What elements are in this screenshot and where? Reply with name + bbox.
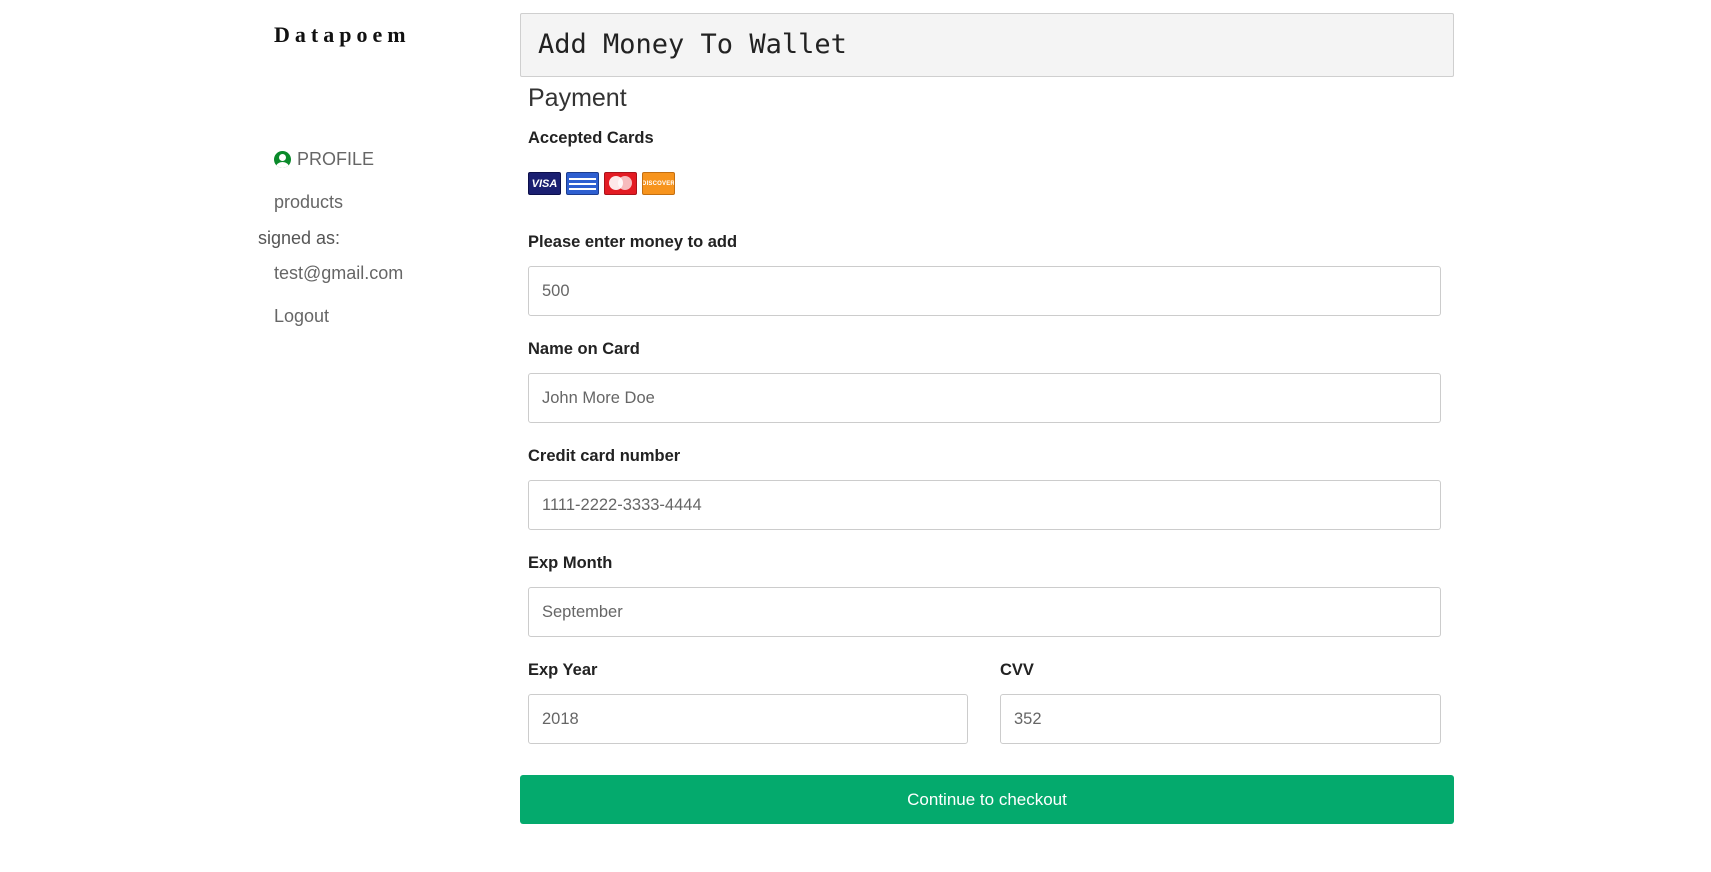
name-on-card-label: Name on Card (528, 340, 640, 358)
sidebar-item-label: PROFILE (297, 149, 375, 169)
cvv-label: CVV (1000, 661, 1034, 679)
sidebar-item-profile[interactable]: PROFILE (274, 149, 374, 170)
sidebar: Datapoem PROFILE products signed as: tes… (0, 0, 520, 872)
amount-input[interactable] (528, 266, 1441, 316)
user-circle-icon (274, 151, 291, 168)
exp-month-input[interactable] (528, 587, 1441, 637)
page-title: Add Money To Wallet (538, 29, 847, 60)
user-email: test@gmail.com (274, 263, 404, 283)
sidebar-item-products[interactable]: products (274, 192, 343, 213)
signed-as-label: signed as: (258, 228, 341, 248)
continue-to-checkout-button[interactable]: Continue to checkout (520, 775, 1454, 824)
accepted-cards-label: Accepted Cards (528, 129, 654, 147)
card-number-input[interactable] (528, 480, 1441, 530)
amount-label: Please enter money to add (528, 233, 738, 251)
cvv-input[interactable] (1000, 694, 1441, 744)
visa-icon: VISA (528, 172, 561, 195)
discover-icon: DISCOVER (642, 172, 675, 195)
exp-year-label: Exp Year (528, 661, 598, 679)
amex-icon (566, 172, 599, 195)
section-title: Payment (528, 84, 627, 112)
card-number-label: Credit card number (528, 447, 681, 465)
exp-month-label: Exp Month (528, 554, 613, 572)
exp-year-input[interactable] (528, 694, 968, 744)
brand-logo: Datapoem (274, 22, 411, 47)
mastercard-icon (604, 172, 637, 195)
accepted-cards: VISA DISCOVER (528, 172, 675, 195)
page: Datapoem PROFILE products signed as: tes… (0, 0, 1711, 872)
page-header: Add Money To Wallet (520, 13, 1454, 77)
logout-link[interactable]: Logout (274, 306, 329, 327)
name-on-card-input[interactable] (528, 373, 1441, 423)
